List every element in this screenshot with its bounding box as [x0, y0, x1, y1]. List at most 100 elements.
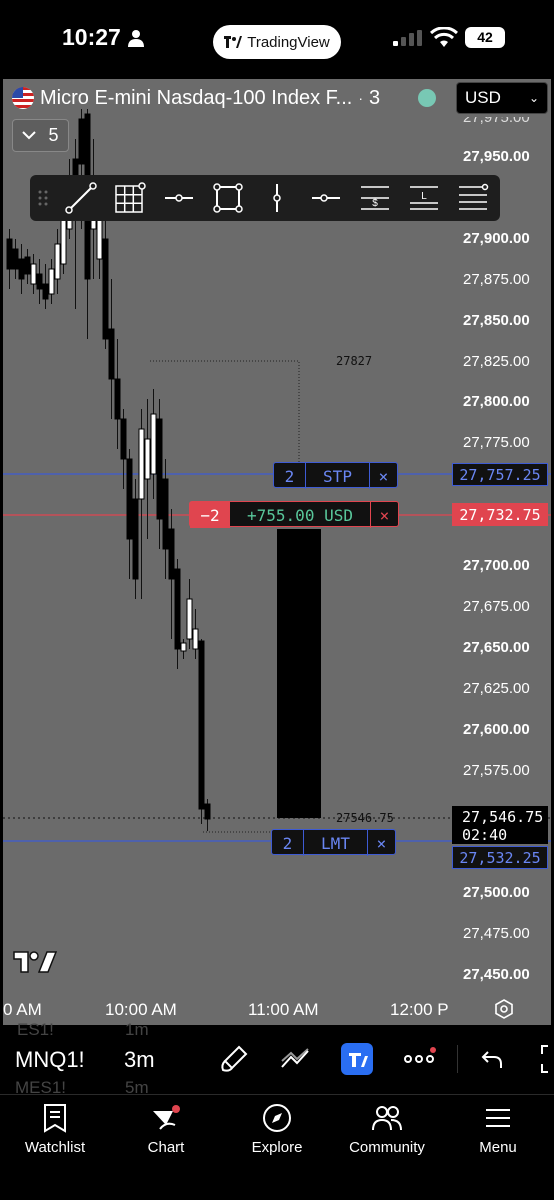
more-options-icon[interactable]: [403, 1046, 437, 1066]
currency-select[interactable]: USD ⌄: [456, 82, 548, 114]
vertical-line-tool[interactable]: [252, 175, 301, 221]
limit-price-label: 27,532.25: [452, 846, 548, 869]
last-price: 27,546.75: [462, 808, 544, 826]
tv-widget-button[interactable]: [341, 1043, 373, 1075]
trend-line-icon: [64, 182, 97, 214]
close-icon[interactable]: ×: [367, 830, 395, 856]
candle-body: [54, 243, 61, 280]
undo-icon[interactable]: [480, 1048, 504, 1070]
candle-body: [30, 263, 37, 285]
price-axis-label: 27,625.00: [463, 679, 530, 697]
rectangle-tool[interactable]: [203, 175, 252, 221]
stop-order-tag[interactable]: 2 STP ×: [273, 462, 398, 489]
horizontal-line-tool[interactable]: [154, 175, 203, 221]
limit-order-qty[interactable]: 2: [272, 830, 303, 856]
grid-icon: [114, 182, 146, 213]
nav-chart[interactable]: Chart: [116, 1103, 216, 1156]
stop-order-qty[interactable]: 2: [274, 463, 305, 489]
nav-menu-label: Menu: [479, 1139, 517, 1156]
low-annotation: 27546.75: [336, 811, 394, 825]
app-pill[interactable]: TradingView: [213, 25, 341, 59]
nav-watchlist[interactable]: Watchlist: [5, 1103, 105, 1156]
time-label: 0 AM: [3, 1000, 42, 1019]
market-status-dot: [418, 89, 436, 107]
time-label: 10:00 AM: [105, 1000, 177, 1019]
price-label-l-tool[interactable]: L: [399, 175, 448, 221]
range-top-line: [150, 360, 300, 474]
tradingview-watermark-icon: [13, 951, 57, 973]
svg-text:$: $: [372, 198, 378, 209]
battery-indicator: 42: [465, 27, 505, 48]
symbol-header[interactable]: Micro E-mini Nasdaq-100 Index F... · 3: [12, 84, 380, 112]
signal-icon: [393, 30, 422, 46]
price-label-s-tool[interactable]: $: [350, 175, 399, 221]
candle-body: [204, 803, 211, 820]
last-price-label: 27,546.75 02:40: [452, 806, 548, 844]
symbol-separator-dot: ·: [358, 90, 364, 106]
menu-icon: [486, 1109, 510, 1127]
stop-order-type[interactable]: STP: [305, 463, 369, 489]
close-icon[interactable]: ×: [370, 502, 398, 528]
multi-line-tool[interactable]: [448, 175, 497, 221]
fullscreen-icon[interactable]: [538, 1044, 554, 1074]
candle-body: [102, 238, 109, 340]
candle-body: [198, 640, 205, 810]
bottom-navigation: Watchlist Chart Explore Community Menu: [0, 1094, 554, 1200]
trend-line-tool[interactable]: [56, 175, 105, 221]
position-qty[interactable]: −2: [190, 502, 230, 528]
nav-explore-label: Explore: [251, 1139, 303, 1156]
candle-body: [24, 256, 31, 275]
current-interval[interactable]: 3m: [124, 1047, 155, 1073]
price-axis-label: 27,775.00: [463, 434, 530, 452]
nav-chart-label: Chart: [147, 1139, 185, 1156]
rectangle-icon: [212, 183, 243, 213]
community-icon: [372, 1106, 402, 1131]
chevron-down-icon: ⌄: [528, 91, 539, 105]
horizontal-ray-tool[interactable]: [301, 175, 350, 221]
limit-order-type[interactable]: LMT: [303, 830, 367, 856]
settings-hexagon-icon[interactable]: [494, 999, 514, 1019]
candle-body: [78, 118, 85, 165]
collapse-count: 5: [48, 125, 59, 145]
position-price-label: 27,732.75: [452, 503, 548, 526]
candle-body: [180, 642, 187, 652]
candle-body: [42, 283, 49, 300]
vertical-line-icon: [272, 184, 281, 212]
price-axis-label: 27,900.00: [463, 229, 530, 247]
current-symbol[interactable]: MNQ1!: [15, 1047, 85, 1073]
nav-community-label: Community: [349, 1139, 425, 1156]
prev-interval[interactable]: 1m: [125, 1020, 149, 1040]
candle-body: [114, 378, 121, 420]
grid-tool[interactable]: [105, 175, 154, 221]
compass-icon: [263, 1104, 291, 1132]
brush-draw-icon[interactable]: [219, 1044, 249, 1074]
price-axis-label: 27,825.00: [463, 352, 530, 370]
candle-body: [12, 248, 19, 270]
trend-patterns-icon[interactable]: [280, 1047, 310, 1071]
position-tag[interactable]: −2 +755.00 USD ×: [189, 501, 399, 528]
close-icon[interactable]: ×: [369, 463, 397, 489]
drag-handle-icon[interactable]: [30, 175, 56, 221]
time-label: 12:00 P: [390, 1000, 449, 1019]
horizontal-line-icon: [164, 194, 193, 202]
price-label-s-icon: $: [360, 186, 389, 210]
price-axis-label: 27,950.00: [463, 148, 530, 165]
tradingview-logo-icon: [224, 36, 243, 48]
candle-body: [144, 438, 151, 480]
nav-community[interactable]: Community: [337, 1103, 437, 1156]
prev-symbol[interactable]: ES1!: [17, 1020, 54, 1040]
position-pnl[interactable]: +755.00 USD: [230, 502, 370, 528]
limit-order-tag[interactable]: 2 LMT ×: [271, 829, 396, 856]
price-axis-label: 27,475.00: [463, 925, 530, 943]
indicators-collapse-button[interactable]: 5: [12, 119, 69, 152]
candle-body: [132, 498, 139, 580]
price-label-l-icon: L: [409, 186, 438, 210]
nav-explore[interactable]: Explore: [227, 1103, 327, 1156]
price-axis-label: 27,450.00: [463, 966, 530, 983]
stop-price-label: 27,757.25: [452, 463, 548, 486]
divider: [457, 1045, 458, 1073]
candle-body: [174, 568, 181, 650]
candle-body: [192, 628, 199, 650]
projection-block: [277, 529, 321, 818]
nav-menu[interactable]: Menu: [448, 1103, 548, 1156]
